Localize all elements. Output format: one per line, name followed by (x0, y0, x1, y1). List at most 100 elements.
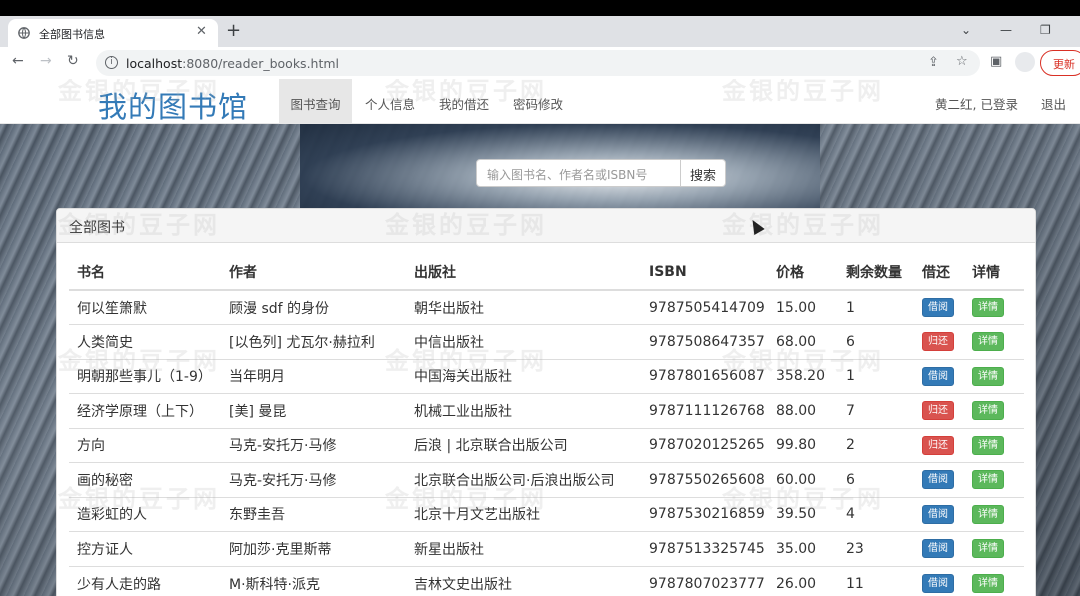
book-publisher: 机械工业出版社 (406, 393, 641, 428)
star-icon[interactable]: ☆ (956, 54, 968, 69)
profile-avatar-icon[interactable] (1015, 52, 1035, 72)
detail-cell: 详情 (964, 531, 1024, 566)
table-row: 经济学原理（上下） [美] 曼昆 机械工业出版社 9787111126768 88.00… (69, 393, 1024, 428)
borrow-cell: 借阅 (914, 496, 964, 532)
tab-close-icon[interactable]: ✕ (196, 24, 207, 39)
detail-button[interactable]: 详情 (972, 470, 1004, 490)
back-icon[interactable]: ← (12, 53, 24, 69)
book-count: 7 (838, 393, 914, 428)
book-price: 68.00 (768, 324, 838, 359)
book-count: 2 (838, 427, 914, 463)
book-author: 阿加莎·克里斯蒂 (221, 531, 406, 566)
detail-button[interactable]: 详情 (972, 435, 1004, 455)
reload-icon[interactable]: ↻ (67, 53, 79, 69)
borrow-button[interactable]: 借阅 (922, 504, 954, 524)
books-table: 书名 作者 出版社 ISBN 价格 剩余数量 借还 详情 何以笙箫默 顾漫 sdf… (69, 254, 1024, 596)
detail-button[interactable]: 详情 (972, 332, 1004, 352)
search-button[interactable]: 搜索 (680, 159, 726, 187)
page-viewport: 我的图书馆 图书查询 个人信息 我的借还 密码修改 黄二红, 已登录 退出 输入… (0, 79, 1080, 596)
table-row: 何以笙箫默 顾漫 sdf 的身份 朝华出版社 9787505414709 15.00 1 借… (69, 289, 1024, 325)
detail-button[interactable]: 详情 (972, 366, 1004, 386)
browser-toolbar: ← → ↻ i localhost:8080/reader_books.html… (0, 47, 1080, 79)
book-author: 顾漫 sdf 的身份 (221, 289, 406, 325)
forward-icon[interactable]: → (40, 53, 52, 69)
col-publisher: 出版社 (406, 254, 641, 291)
table-row: 画的秘密 马克-安托万·马修 北京联合出版公司·后浪出版公司 978755026560… (69, 462, 1024, 497)
book-price: 60.00 (768, 462, 838, 497)
return-button[interactable]: 归还 (922, 435, 954, 455)
detail-button[interactable]: 详情 (972, 401, 1004, 421)
nav-password-change[interactable]: 密码修改 (504, 79, 572, 124)
restore-icon[interactable]: ❐ (1040, 23, 1051, 37)
book-author: 马克-安托万·马修 (221, 462, 406, 497)
detail-cell: 详情 (964, 462, 1024, 497)
book-price: 35.00 (768, 531, 838, 566)
site-brand[interactable]: 我的图书馆 (98, 84, 248, 126)
logout-link[interactable]: 退出 (1041, 94, 1066, 113)
detail-cell: 详情 (964, 289, 1024, 325)
book-name: 造彩虹的人 (69, 496, 221, 532)
panel-title: 全部图书 (57, 209, 1035, 243)
detail-cell: 详情 (964, 358, 1024, 394)
books-panel: 全部图书 书名 作者 出版社 ISBN 价格 剩余数量 借还 详情 何以笙箫默顾… (56, 208, 1036, 596)
tab-search-icon[interactable]: ⌄ (961, 23, 971, 37)
side-panel-icon[interactable]: ▣ (990, 54, 1002, 69)
book-name: 方向 (69, 427, 221, 463)
book-author: 马克-安托万·马修 (221, 427, 406, 463)
url-text[interactable]: localhost:8080/reader_books.html (126, 56, 339, 71)
detail-cell: 详情 (964, 324, 1024, 359)
detail-button[interactable]: 详情 (972, 539, 1004, 559)
borrow-cell: 归还 (914, 427, 964, 463)
book-author: 当年明月 (221, 358, 406, 394)
book-isbn: 9787111126768 (641, 393, 768, 428)
book-publisher: 吉林文史出版社 (406, 565, 641, 596)
borrow-button[interactable]: 借阅 (922, 539, 954, 559)
borrow-cell: 借阅 (914, 289, 964, 325)
book-publisher: 后浪 | 北京联合出版公司 (406, 427, 641, 463)
borrow-button[interactable]: 借阅 (922, 366, 954, 386)
minimize-icon[interactable]: — (1000, 23, 1012, 37)
col-name: 书名 (69, 254, 221, 291)
borrow-cell: 借阅 (914, 462, 964, 497)
book-price: 88.00 (768, 393, 838, 428)
borrow-cell: 借阅 (914, 358, 964, 394)
search-input[interactable]: 输入图书名、作者名或ISBN号 (476, 159, 681, 187)
book-price: 358.20 (768, 358, 838, 394)
address-bar[interactable]: i localhost:8080/reader_books.html ⇪ ☆ (96, 50, 980, 76)
return-button[interactable]: 归还 (922, 401, 954, 421)
book-count: 23 (838, 531, 914, 566)
return-button[interactable]: 归还 (922, 332, 954, 352)
book-count: 11 (838, 565, 914, 596)
book-isbn: 9787508647357 (641, 324, 768, 359)
borrow-button[interactable]: 借阅 (922, 470, 954, 490)
site-navbar: 我的图书馆 图书查询 个人信息 我的借还 密码修改 黄二红, 已登录 退出 (0, 79, 1080, 124)
info-icon[interactable]: i (105, 56, 118, 69)
browser-tab-strip: 全部图书信息 ✕ + ⌄ — ❐ (0, 16, 1080, 47)
book-author: [以色列] 尤瓦尔·赫拉利 (221, 324, 406, 359)
table-row: 明朝那些事儿（1-9） 当年明月 中国海关出版社 9787801656087 358.2… (69, 358, 1024, 394)
browser-tab[interactable]: 全部图书信息 ✕ (8, 19, 218, 47)
col-detail: 详情 (964, 254, 1024, 291)
detail-button[interactable]: 详情 (972, 574, 1004, 593)
col-price: 价格 (768, 254, 838, 291)
borrow-button[interactable]: 借阅 (922, 298, 954, 317)
book-isbn: 9787550265608 (641, 462, 768, 497)
book-count: 1 (838, 289, 914, 325)
nav-book-search[interactable]: 图书查询 (279, 79, 352, 124)
table-row: 少有人走的路 M·斯科特·派克 吉林文史出版社 9787807023777 26.00 1… (69, 565, 1024, 596)
book-publisher: 新星出版社 (406, 531, 641, 566)
col-borrow: 借还 (914, 254, 964, 291)
detail-button[interactable]: 详情 (972, 298, 1004, 317)
new-tab-button[interactable]: + (226, 20, 241, 41)
book-author: 东野圭吾 (221, 496, 406, 532)
nav-personal-info[interactable]: 个人信息 (356, 79, 424, 124)
borrow-button[interactable]: 借阅 (922, 574, 954, 593)
detail-button[interactable]: 详情 (972, 504, 1004, 524)
share-icon[interactable]: ⇪ (928, 55, 939, 70)
nav-my-borrows[interactable]: 我的借还 (430, 79, 498, 124)
book-author: [美] 曼昆 (221, 393, 406, 428)
book-author: M·斯科特·派克 (221, 565, 406, 596)
book-price: 39.50 (768, 496, 838, 532)
book-isbn: 9787807023777 (641, 565, 768, 596)
update-button[interactable]: 更新 (1040, 50, 1080, 76)
